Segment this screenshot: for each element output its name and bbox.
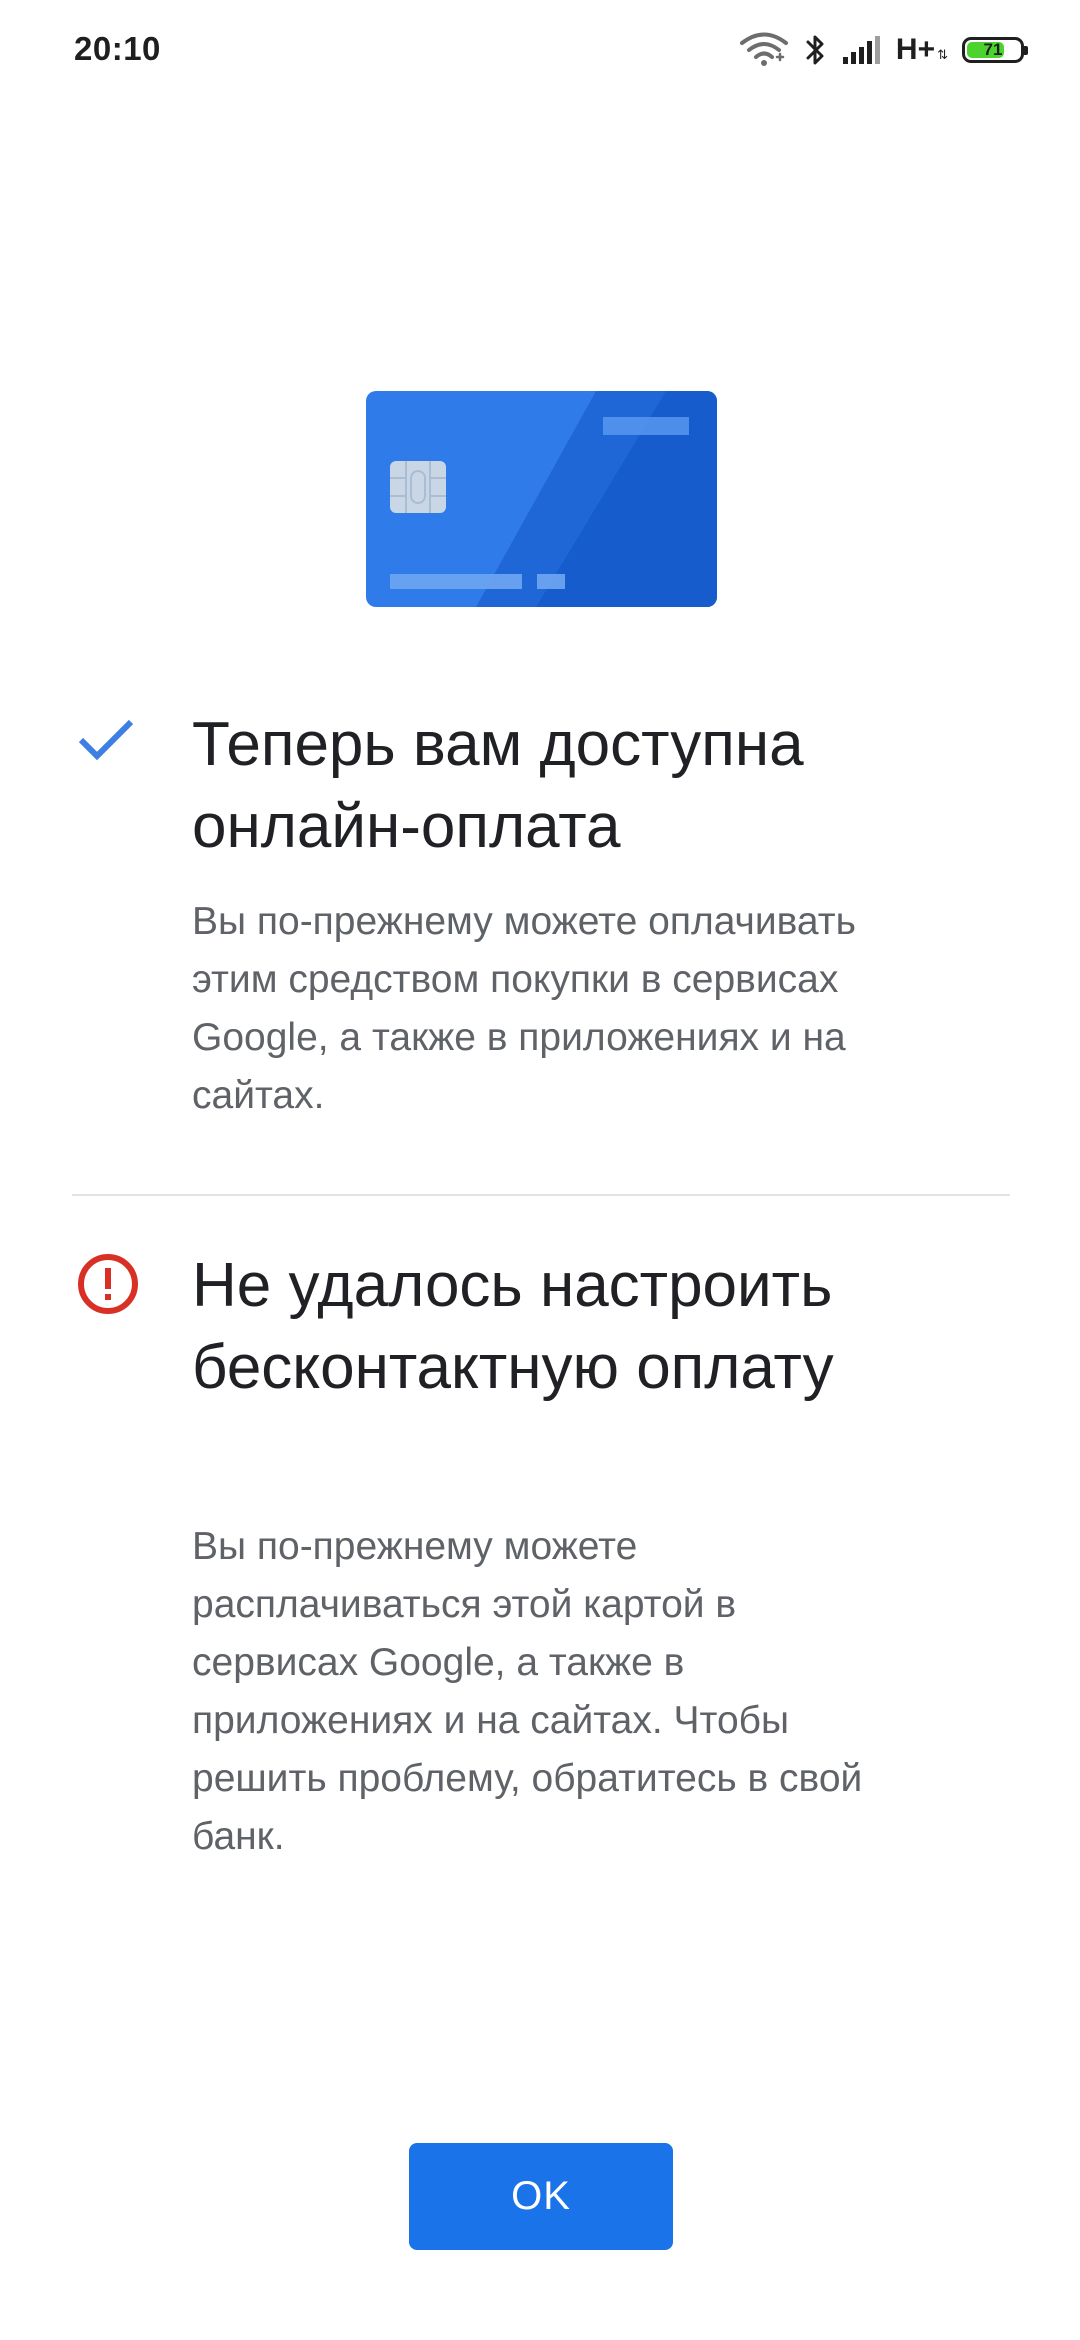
status-icons: H+ ⇅ 71 bbox=[739, 30, 1028, 70]
error-description: Вы по-прежнему можете расплачиваться это… bbox=[192, 1525, 863, 1858]
wifi-icon bbox=[739, 32, 790, 68]
ok-button[interactable]: OK bbox=[409, 2143, 673, 2250]
credit-card-icon bbox=[366, 391, 717, 607]
success-title: Теперь вам доступна онлайн-оплата bbox=[192, 710, 804, 861]
data-activity-arrows: ⇅ bbox=[937, 47, 948, 62]
signal-icon bbox=[842, 35, 882, 65]
error-title: Не удалось настроить бесконтактную оплат… bbox=[192, 1251, 834, 1402]
network-type-label: H+ bbox=[895, 33, 936, 66]
battery-icon: 71 bbox=[962, 37, 1028, 63]
error-icon bbox=[76, 1252, 140, 1321]
bluetooth-icon bbox=[804, 32, 828, 68]
status-bar: 20:10 H+ ⇅ 71 bbox=[0, 0, 1080, 104]
status-time: 20:10 bbox=[74, 30, 161, 67]
battery-label: 71 bbox=[983, 40, 1003, 59]
divider bbox=[72, 1194, 1010, 1196]
success-description: Вы по-прежнему можете оплачивать этим ср… bbox=[192, 900, 856, 1117]
network-type: H+ ⇅ bbox=[896, 33, 948, 67]
checkmark-icon bbox=[75, 714, 137, 769]
